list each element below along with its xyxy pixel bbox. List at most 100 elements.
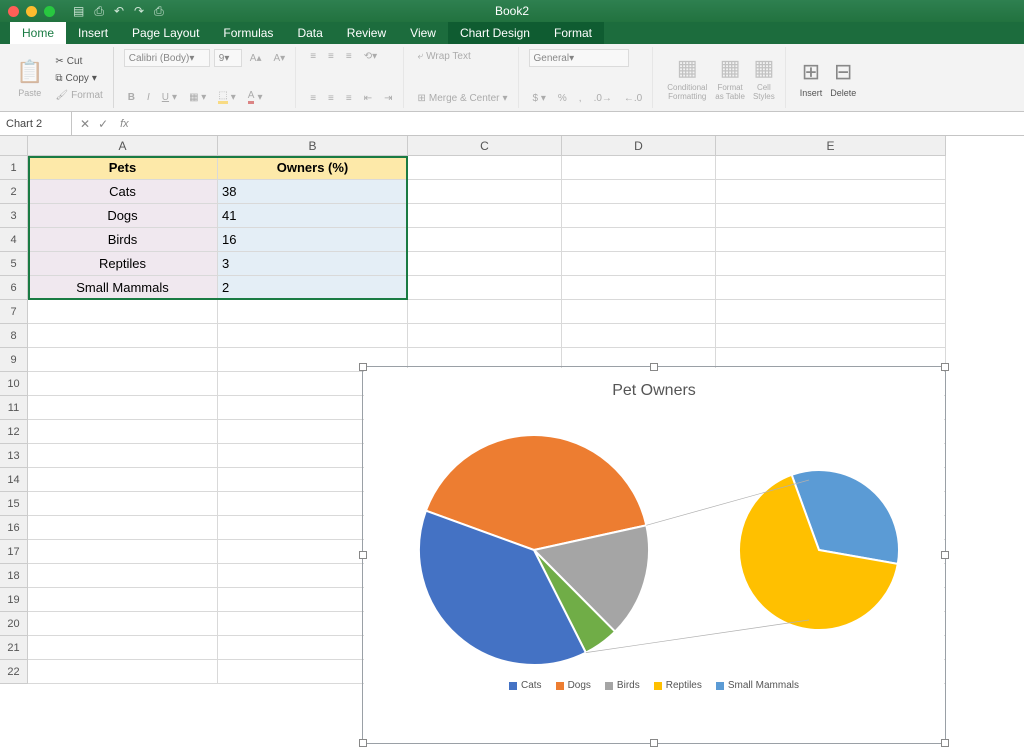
currency-button[interactable]: $ ▾ — [529, 91, 550, 106]
cell-C6[interactable] — [408, 276, 562, 300]
row-header-1[interactable]: 1 — [0, 156, 28, 180]
orientation-button[interactable]: ⟲▾ — [360, 49, 381, 64]
underline-button[interactable]: U ▾ — [158, 90, 181, 105]
cell-D4[interactable] — [562, 228, 716, 252]
row-header-16[interactable]: 16 — [0, 516, 28, 540]
row-header-2[interactable]: 2 — [0, 180, 28, 204]
cell-A22[interactable] — [28, 660, 218, 684]
row-header-19[interactable]: 19 — [0, 588, 28, 612]
number-format-select[interactable]: General ▾ — [529, 49, 629, 67]
row-header-22[interactable]: 22 — [0, 660, 28, 684]
cell-D6[interactable] — [562, 276, 716, 300]
row-header-5[interactable]: 5 — [0, 252, 28, 276]
percent-button[interactable]: % — [554, 91, 571, 106]
cell-B7[interactable] — [218, 300, 408, 324]
align-right-button[interactable]: ≡ — [342, 91, 356, 106]
cell-A10[interactable] — [28, 372, 218, 396]
row-header-14[interactable]: 14 — [0, 468, 28, 492]
font-family-select[interactable]: Calibri (Body) ▾ — [124, 49, 210, 67]
row-header-12[interactable]: 12 — [0, 420, 28, 444]
cell-A6[interactable]: Small Mammals — [28, 276, 218, 300]
tab-formulas[interactable]: Formulas — [211, 22, 285, 44]
cell-A2[interactable]: Cats — [28, 180, 218, 204]
cell-B1[interactable]: Owners (%) — [218, 156, 408, 180]
row-header-15[interactable]: 15 — [0, 492, 28, 516]
select-all-triangle[interactable] — [0, 136, 28, 156]
align-middle-button[interactable]: ≡ — [324, 49, 338, 64]
cell-C3[interactable] — [408, 204, 562, 228]
cell-A12[interactable] — [28, 420, 218, 444]
cell-E2[interactable] — [716, 180, 946, 204]
cell-D3[interactable] — [562, 204, 716, 228]
row-header-21[interactable]: 21 — [0, 636, 28, 660]
cancel-formula-icon[interactable]: ✕ — [80, 117, 90, 131]
cell-E1[interactable] — [716, 156, 946, 180]
cell-B3[interactable]: 41 — [218, 204, 408, 228]
row-header-17[interactable]: 17 — [0, 540, 28, 564]
cell-B8[interactable] — [218, 324, 408, 348]
cut-button[interactable]: ✂Cut — [51, 54, 106, 69]
font-size-select[interactable]: 9 ▾ — [214, 49, 242, 67]
border-button[interactable]: ▦ ▾ — [185, 90, 210, 105]
paste-button[interactable]: 📋 Paste — [12, 49, 47, 107]
cell-A1[interactable]: Pets — [28, 156, 218, 180]
row-header-13[interactable]: 13 — [0, 444, 28, 468]
cell-E5[interactable] — [716, 252, 946, 276]
cell-D2[interactable] — [562, 180, 716, 204]
cell-E3[interactable] — [716, 204, 946, 228]
row-header-8[interactable]: 8 — [0, 324, 28, 348]
cell-D8[interactable] — [562, 324, 716, 348]
row-header-9[interactable]: 9 — [0, 348, 28, 372]
print-icon[interactable]: ⎙ — [154, 5, 164, 17]
undo-icon[interactable]: ↶ — [114, 5, 124, 17]
decrease-indent-button[interactable]: ⇤ — [360, 91, 376, 106]
increase-font-button[interactable]: A▴ — [246, 51, 266, 66]
cell-D7[interactable] — [562, 300, 716, 324]
save-icon[interactable]: ▤ — [73, 5, 84, 17]
italic-button[interactable]: I — [143, 90, 154, 105]
column-header-C[interactable]: C — [408, 136, 562, 156]
column-header-A[interactable]: A — [28, 136, 218, 156]
chart-object[interactable]: Pet Owners CatsDogsBirdsReptilesSmall Ma… — [364, 368, 944, 742]
format-painter-button[interactable]: 🖌Format — [51, 88, 106, 103]
column-header-D[interactable]: D — [562, 136, 716, 156]
cell-A20[interactable] — [28, 612, 218, 636]
tab-page-layout[interactable]: Page Layout — [120, 22, 211, 44]
row-header-7[interactable]: 7 — [0, 300, 28, 324]
align-center-button[interactable]: ≡ — [324, 91, 338, 106]
column-header-E[interactable]: E — [716, 136, 946, 156]
fill-color-button[interactable]: ⬚ ▾ — [214, 88, 239, 106]
row-header-20[interactable]: 20 — [0, 612, 28, 636]
zoom-window-button[interactable] — [44, 6, 55, 17]
conditional-formatting-button[interactable]: ▦ConditionalFormatting — [663, 49, 711, 107]
row-header-11[interactable]: 11 — [0, 396, 28, 420]
tab-data[interactable]: Data — [285, 22, 334, 44]
cell-E4[interactable] — [716, 228, 946, 252]
cell-A16[interactable] — [28, 516, 218, 540]
cell-A19[interactable] — [28, 588, 218, 612]
wrap-text-button[interactable]: ⤶ Wrap Text — [414, 49, 475, 64]
cell-C4[interactable] — [408, 228, 562, 252]
decrease-decimal-button[interactable]: ←.0 — [620, 91, 646, 106]
cell-A8[interactable] — [28, 324, 218, 348]
redo-icon[interactable]: ↷ — [134, 5, 144, 17]
copy-button[interactable]: ⧉Copy ▾ — [51, 71, 106, 86]
column-header-B[interactable]: B — [218, 136, 408, 156]
cell-D5[interactable] — [562, 252, 716, 276]
cell-A9[interactable] — [28, 348, 218, 372]
accept-formula-icon[interactable]: ✓ — [98, 117, 108, 131]
cell-B5[interactable]: 3 — [218, 252, 408, 276]
align-left-button[interactable]: ≡ — [306, 91, 320, 106]
merge-center-button[interactable]: ⊞ Merge & Center ▾ — [414, 91, 512, 106]
row-header-3[interactable]: 3 — [0, 204, 28, 228]
row-header-10[interactable]: 10 — [0, 372, 28, 396]
cell-A11[interactable] — [28, 396, 218, 420]
delete-cells-button[interactable]: ⊟Delete — [826, 49, 860, 107]
cell-B6[interactable]: 2 — [218, 276, 408, 300]
cell-C1[interactable] — [408, 156, 562, 180]
format-as-table-button[interactable]: ▦Formatas Table — [711, 49, 749, 107]
cell-E6[interactable] — [716, 276, 946, 300]
cell-A21[interactable] — [28, 636, 218, 660]
align-bottom-button[interactable]: ≡ — [342, 49, 356, 64]
cell-E8[interactable] — [716, 324, 946, 348]
